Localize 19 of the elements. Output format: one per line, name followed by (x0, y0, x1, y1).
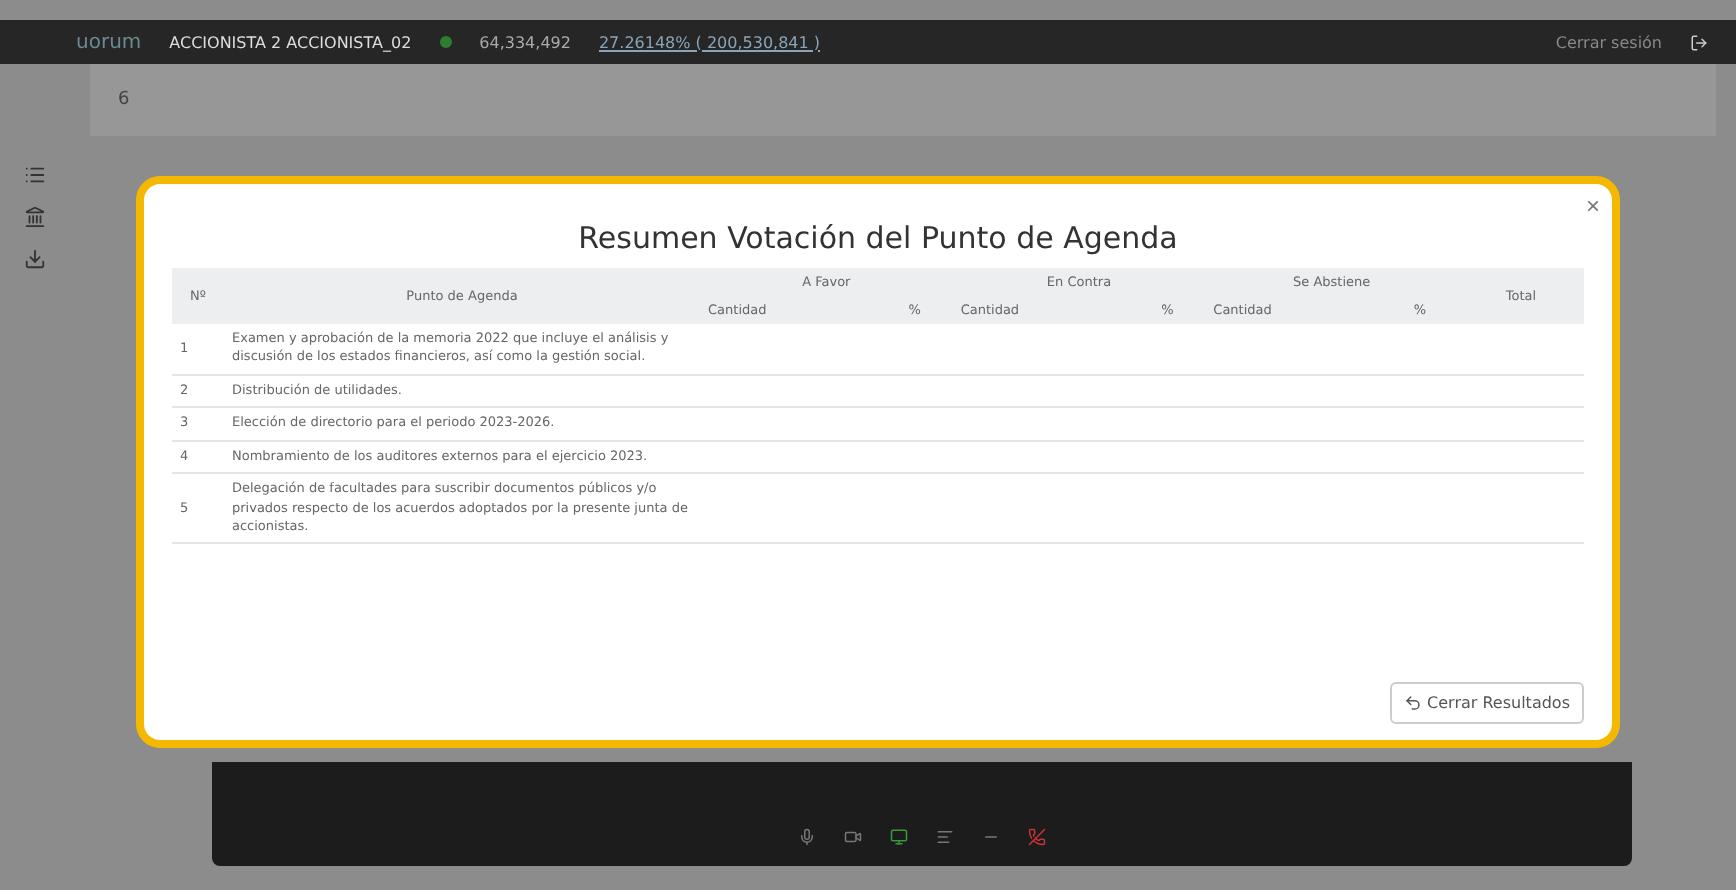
close-results-button[interactable]: Cerrar Resultados (1389, 682, 1584, 724)
logo: uorum (76, 31, 142, 53)
modal-title: Resumen Votación del Punto de Agenda (576, 220, 1180, 256)
hang-up-icon[interactable] (1028, 828, 1046, 846)
screen-icon[interactable] (890, 828, 908, 846)
share-percent: 27.26148% ( 200,530,841 ) (598, 33, 821, 51)
logout-link[interactable]: Cerrar sesión (1555, 33, 1662, 51)
shareholder-name: ACCIONISTA 2 ACCIONISTA_02 (169, 33, 412, 51)
close-button[interactable]: × (1585, 192, 1600, 220)
camera-icon[interactable] (844, 828, 862, 846)
download-icon[interactable] (23, 248, 45, 270)
agenda-number: 6 (118, 90, 130, 110)
list-icon[interactable] (936, 828, 954, 846)
status-dot-icon (439, 36, 452, 48)
bank-icon[interactable] (23, 206, 45, 228)
reply-icon (1403, 694, 1422, 712)
logout-icon[interactable] (1690, 33, 1708, 51)
microphone-icon[interactable] (798, 828, 816, 846)
shares-count: 64,334,492 (479, 33, 571, 51)
